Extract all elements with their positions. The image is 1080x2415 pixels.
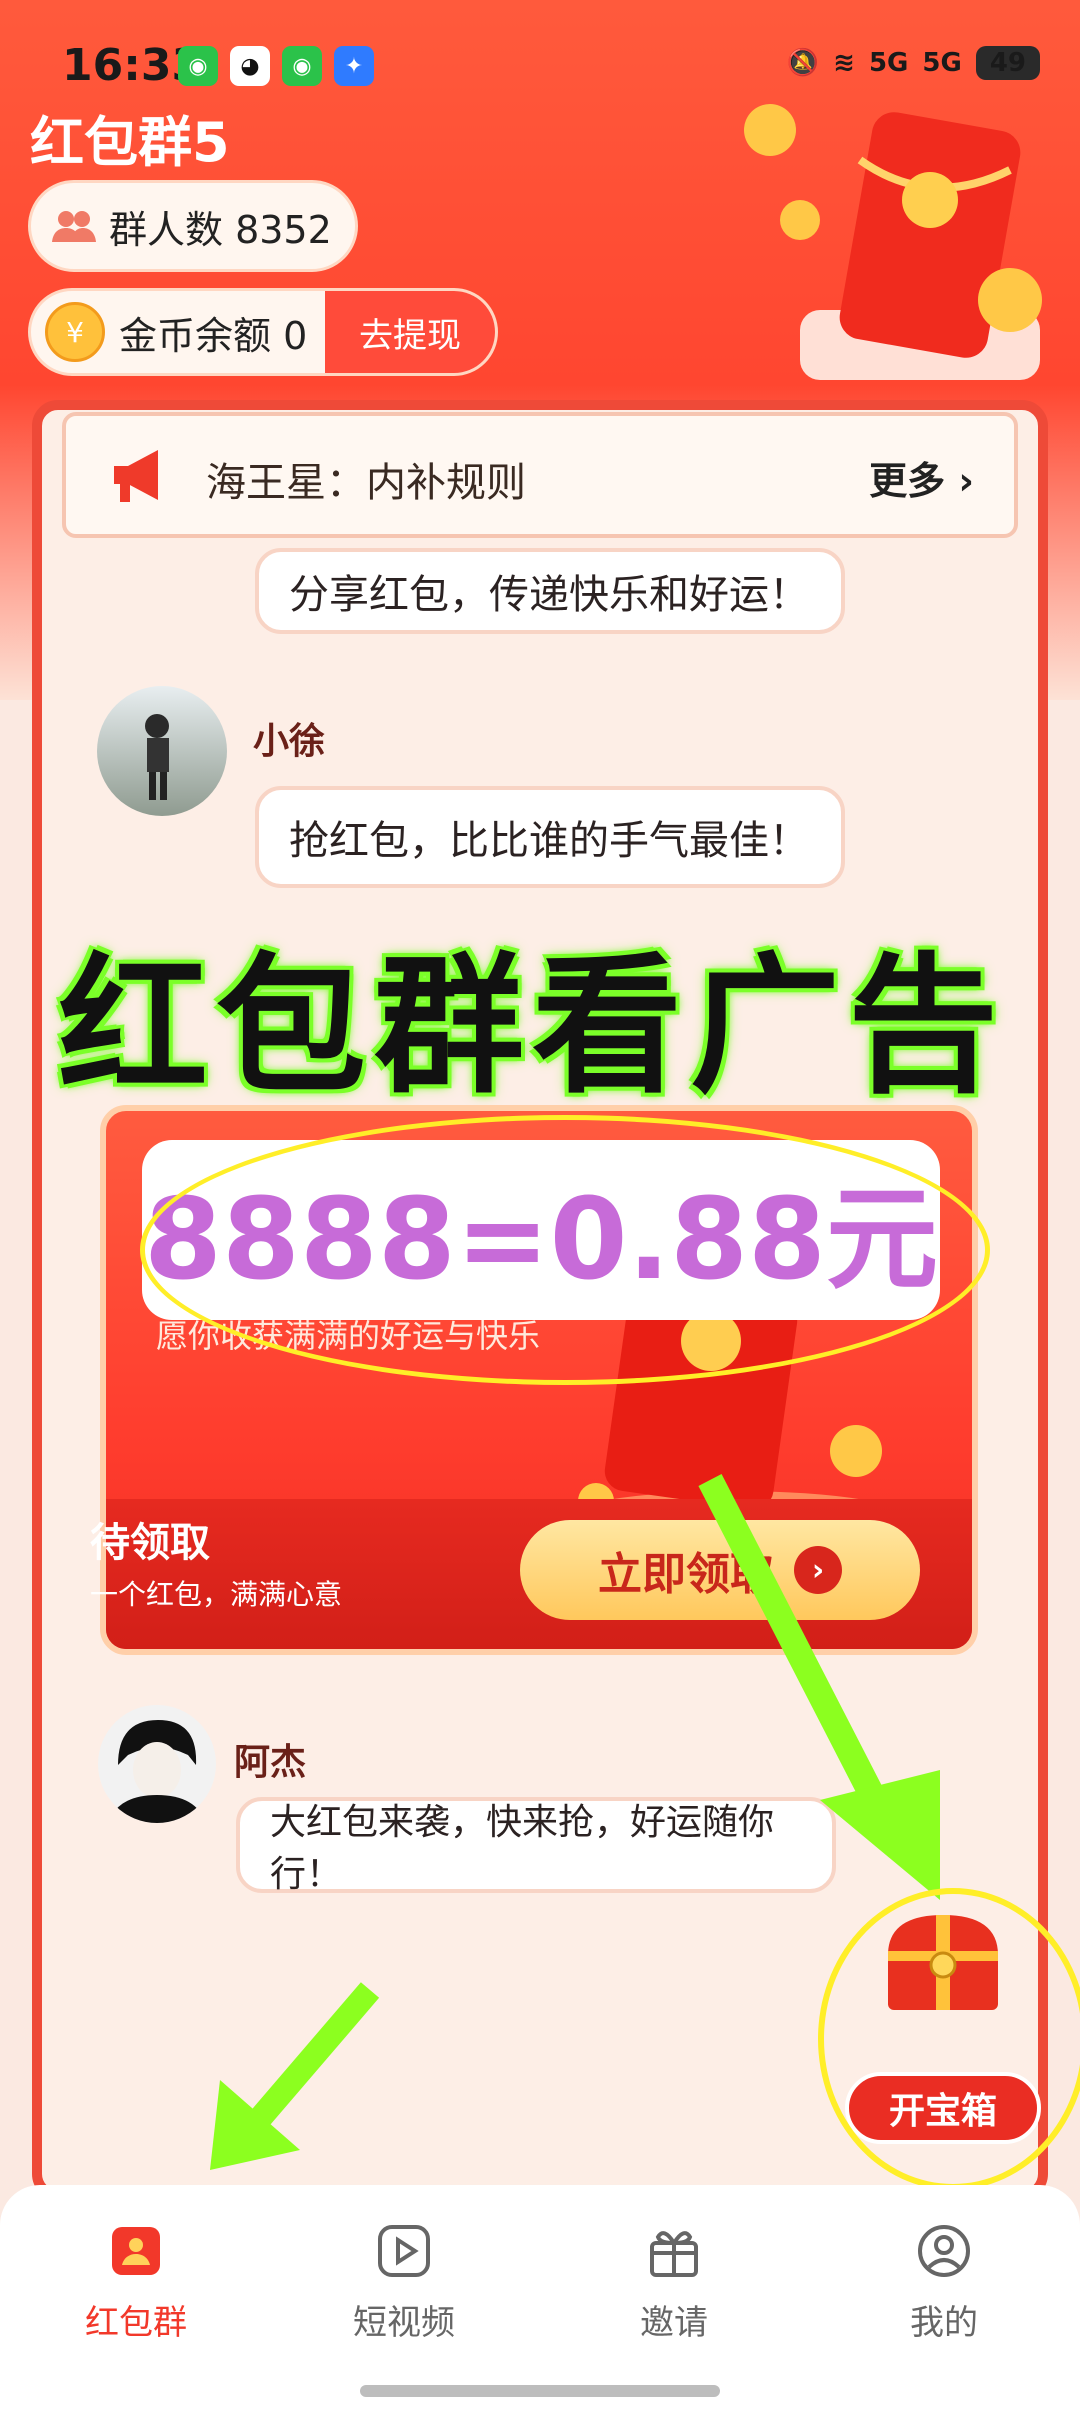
mute-icon: 🔕 (786, 48, 820, 78)
wechat-icon: ◉ (178, 46, 218, 86)
tab-label: 短视频 (353, 2303, 455, 2343)
coin-icon: ¥ (45, 302, 105, 362)
signal-icon: 5G (922, 48, 962, 78)
coin-balance-label: 金币余额 0 (119, 313, 308, 358)
home-indicator[interactable] (360, 2385, 720, 2397)
notice-text: 海王星：内补规则 (206, 460, 526, 506)
system-icons: 🔕 ≋ 5G 5G 49 (787, 46, 1040, 80)
member-count-badge: 群人数 8352 (28, 180, 358, 272)
users-icon (52, 211, 96, 242)
gift-icon (650, 2231, 698, 2277)
bottom-tab-bar: 红包群 短视频 邀请 我的 (0, 2185, 1080, 2415)
chat-bubble: 抢红包，比比谁的手气最佳！ (255, 786, 845, 888)
sender-name: 小徐 (253, 721, 326, 762)
tab-label: 红包群 (85, 2303, 187, 2343)
headline-overlay: 红包群看广告 (58, 940, 1007, 1114)
tab-short-video[interactable]: 短视频 (304, 2223, 504, 2344)
arrow-annotation (698, 1474, 940, 1900)
wifi-icon: ≋ (833, 48, 855, 78)
tab-profile[interactable]: 我的 (844, 2223, 1044, 2344)
notice-bar[interactable]: 海王星：内补规则 更多 › (62, 412, 1018, 538)
page-title: 红包群5 (30, 111, 230, 174)
member-count-label: 群人数 8352 (109, 207, 332, 252)
notice-more-link[interactable]: 更多 › (869, 450, 974, 505)
wechat-icon: ◉ (282, 46, 322, 86)
avatar-image (108, 1720, 206, 1823)
message-text: 分享红包，传递快乐和好运！ (289, 572, 809, 618)
signal-icon: 5G (868, 48, 909, 78)
tab-invite[interactable]: 邀请 (574, 2223, 774, 2344)
battery-icon: 49 (975, 46, 1040, 80)
red-packet-group-icon (112, 2227, 160, 2275)
claim-status: 待领取 (90, 1520, 210, 1566)
highlight-ellipse (818, 1888, 1080, 2190)
avatar[interactable] (97, 686, 227, 816)
notification-icons: ◉ ◕ ◉ ✦ (178, 46, 374, 86)
qq-icon: ◕ (230, 46, 270, 86)
red-envelope-illustration (744, 104, 1042, 380)
megaphone-icon (114, 450, 158, 502)
tab-label: 邀请 (640, 2303, 708, 2343)
sender-name: 阿杰 (234, 1742, 307, 1783)
highlight-ellipse (140, 1115, 990, 1385)
claim-status-sub: 一个红包，满满心意 (90, 1578, 343, 1611)
avatar-image (145, 714, 169, 800)
play-icon (378, 2225, 430, 2277)
tab-red-packet-group[interactable]: 红包群 (36, 2223, 236, 2344)
message-text: 抢红包，比比谁的手气最佳！ (289, 818, 809, 864)
arrow-annotation (210, 1982, 380, 2170)
chat-bubble: 分享红包，传递快乐和好运！ (255, 548, 845, 634)
coin-balance: ¥ 金币余额 0 去提现 (28, 288, 498, 376)
profile-icon (918, 2225, 970, 2277)
tab-label: 我的 (910, 2303, 978, 2343)
withdraw-button[interactable]: 去提现 (325, 291, 495, 373)
app-notification-icon: ✦ (334, 46, 374, 86)
avatar[interactable] (98, 1705, 216, 1823)
